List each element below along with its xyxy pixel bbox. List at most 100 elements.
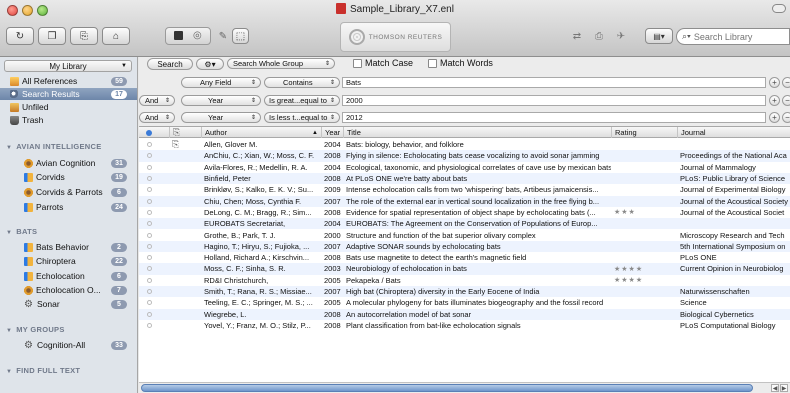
- toolbar-toggle-button[interactable]: [772, 4, 786, 13]
- section-label: BATS: [16, 227, 38, 236]
- rating-column-header[interactable]: Rating: [611, 127, 677, 138]
- sidebar: My Library ▼ All References 59 Search Res…: [0, 57, 138, 393]
- globe-logo-icon: [348, 29, 365, 45]
- attachment-cell: [169, 309, 201, 320]
- find-pdf-icon: ⇄: [572, 30, 582, 42]
- sidebar-item-chiroptera[interactable]: Chiroptera 22: [0, 255, 137, 267]
- table-row[interactable]: Yovel, Y.; Franz, M. O.; Stilz, P... 2008…: [139, 320, 790, 331]
- sidebar-item-echolocation[interactable]: Echolocation 6: [0, 270, 137, 282]
- table-row[interactable]: Binfield, Peter 2008 At PLoS ONE we're bat…: [139, 172, 790, 185]
- table-row[interactable]: Hagino, T.; Hiryu, S.; Fujioka, ... 2007 A…: [139, 240, 790, 252]
- search-options-button[interactable]: ⚙▾: [196, 58, 224, 70]
- sidebar-item-cognition-all[interactable]: ⚙ Cognition-All 33: [0, 339, 137, 351]
- share-button[interactable]: ✈: [610, 27, 632, 45]
- year-column-header[interactable]: Year: [321, 127, 343, 138]
- table-row[interactable]: ⎘ Allen, Glover M. 2004 Bats: biology, beha…: [139, 139, 790, 150]
- search-term-field-1[interactable]: Bats: [342, 77, 766, 88]
- attachment-column-header[interactable]: ⎘: [169, 127, 201, 138]
- new-reference-button[interactable]: ❐: [38, 27, 66, 45]
- search-term-field-3[interactable]: 2012: [342, 112, 766, 123]
- table-row[interactable]: DeLong, C. M.; Bragg, R.; Sim... 2008 Evid…: [139, 207, 790, 218]
- remove-row-button[interactable]: −: [782, 112, 790, 123]
- remove-row-button[interactable]: −: [782, 77, 790, 88]
- section-header-bats[interactable]: ▼ BATS: [6, 227, 37, 236]
- table-row[interactable]: Grothe, B.; Park, T. J. 2000 Structure and…: [139, 229, 790, 240]
- scroll-right-icon[interactable]: ▶: [780, 384, 788, 392]
- attach-button[interactable]: ⬚: [232, 28, 249, 44]
- sidebar-item-echolocation-o[interactable]: Echolocation O... 7: [0, 284, 137, 296]
- checkbox-box[interactable]: [428, 58, 437, 68]
- sidebar-item-avian-cognition[interactable]: Avian Cognition 31: [0, 157, 137, 169]
- sidebar-item-search-results[interactable]: Search Results 17: [0, 88, 137, 100]
- year-cell: 2004: [324, 219, 341, 229]
- scroll-left-icon[interactable]: ◀: [771, 384, 779, 392]
- find-pdf-button[interactable]: ⇄: [566, 27, 588, 45]
- online-search-icon[interactable]: ◎: [193, 30, 202, 41]
- table-row[interactable]: Moss, C. F.; Sinha, S. R. 2003 Neurobiolog…: [139, 263, 790, 275]
- read-status-column-header[interactable]: [139, 127, 169, 138]
- search-scope-select[interactable]: Search Whole Group ⇕: [227, 58, 335, 69]
- sidebar-item-unfiled[interactable]: Unfiled: [0, 101, 137, 113]
- search-library-input[interactable]: [693, 31, 784, 42]
- scrollbar-thumb[interactable]: [141, 384, 753, 392]
- library-dropdown[interactable]: My Library ▼: [4, 60, 132, 72]
- table-row[interactable]: EUROBATS Secretariat, 2004 EUROBATS: The A…: [139, 218, 790, 230]
- sync-button[interactable]: ↻: [6, 27, 34, 45]
- author-column-header[interactable]: Author ▲: [201, 127, 321, 138]
- section-header-avian-intelligence[interactable]: ▼ AVIAN INTELLIGENCE: [6, 142, 102, 151]
- sidebar-item-corvids-parrots[interactable]: Corvids & Parrots 6: [0, 186, 137, 198]
- operator-select-2[interactable]: Is great...equal to ⇕: [264, 95, 340, 106]
- format-button[interactable]: ⎘: [70, 27, 98, 45]
- section-header-find-full-text[interactable]: ▼ FIND FULL TEXT: [6, 366, 80, 375]
- disclosure-triangle-icon: ▼: [6, 328, 13, 334]
- add-row-button[interactable]: +: [769, 95, 780, 106]
- operator-select-1[interactable]: Contains ⇕: [264, 77, 340, 88]
- sync-icon: ↻: [15, 30, 25, 42]
- table-row[interactable]: AnChiu, C.; Xian, W.; Moss, C. F. 2008 Fly…: [139, 150, 790, 162]
- field-select-1[interactable]: Any Field ⇕: [181, 77, 261, 88]
- search-term-field-2[interactable]: 2000: [342, 95, 766, 106]
- local-library-icon[interactable]: [174, 31, 183, 40]
- table-row[interactable]: Wiegrebe, L. 2008 An autocorrelation model…: [139, 308, 790, 320]
- sidebar-item-bats-behavior[interactable]: Bats Behavior 2: [0, 241, 137, 253]
- table-row[interactable]: RD&I Christchurch, 2005 Pekapeka / Bats ★★★…: [139, 275, 790, 286]
- sidebar-item-all-references[interactable]: All References 59: [0, 75, 137, 87]
- sidebar-item-sonar[interactable]: ⚙ Sonar 5: [0, 298, 137, 310]
- open-link-button[interactable]: ⎙: [588, 27, 610, 45]
- rating-header-label: Rating: [615, 128, 637, 137]
- table-row[interactable]: Smith, T.; Rana, R. S.; Missiae... 2007 Hi…: [139, 285, 790, 298]
- title-cell: High bat (Chiroptera) diversity in the E…: [346, 287, 540, 297]
- author-cell: Binfield, Peter: [204, 174, 251, 184]
- insert-citation-button[interactable]: ✎: [214, 27, 232, 45]
- table-row[interactable]: Teeling, E. C.; Springer, M. S.; ... 2005…: [139, 297, 790, 308]
- search-button[interactable]: Search: [147, 58, 193, 70]
- operator-value: Contains: [283, 78, 313, 87]
- rating-cell: [611, 150, 677, 161]
- checkbox-box[interactable]: [353, 58, 362, 68]
- remove-row-button[interactable]: −: [782, 95, 790, 106]
- add-row-button[interactable]: +: [769, 77, 780, 88]
- table-row[interactable]: Brinkløv, S.; Kalko, E. K. V.; Su... 2009…: [139, 184, 790, 195]
- table-row[interactable]: Avila-Flores, R.; Medellin, R. A. 2004 Eco…: [139, 162, 790, 173]
- search-library-field[interactable]: ⌕▾: [676, 28, 790, 45]
- match-words-checkbox[interactable]: Match Words: [428, 58, 493, 68]
- table-row[interactable]: Holland, Richard A.; Kirschvin... 2008 Bat…: [139, 252, 790, 263]
- sidebar-item-trash[interactable]: Trash: [0, 114, 137, 126]
- boolean-select-3[interactable]: And ⇕: [139, 112, 175, 123]
- sidebar-item-parrots[interactable]: Parrots 24: [0, 201, 137, 213]
- online-button[interactable]: ⌂: [102, 27, 130, 45]
- title-cell: An autocorrelation model of bat sonar: [346, 309, 472, 319]
- field-select-3[interactable]: Year ⇕: [181, 112, 261, 123]
- operator-select-3[interactable]: Is less t...equal to ⇕: [264, 112, 340, 123]
- sidebar-item-corvids[interactable]: Corvids 19: [0, 171, 137, 183]
- journal-column-header[interactable]: Journal: [677, 127, 790, 138]
- field-select-2[interactable]: Year ⇕: [181, 95, 261, 106]
- table-row[interactable]: Chiu, Chen; Moss, Cynthia F. 2007 The role…: [139, 195, 790, 207]
- journal-cell: Naturwissenschaften: [680, 287, 750, 297]
- match-case-checkbox[interactable]: Match Case: [353, 58, 413, 68]
- add-row-button[interactable]: +: [769, 112, 780, 123]
- title-column-header[interactable]: Title: [343, 127, 611, 138]
- section-header-my-groups[interactable]: ▼ MY GROUPS: [6, 325, 65, 334]
- layout-menu-button[interactable]: ▤▾: [645, 28, 673, 44]
- boolean-select-2[interactable]: And ⇕: [139, 95, 175, 106]
